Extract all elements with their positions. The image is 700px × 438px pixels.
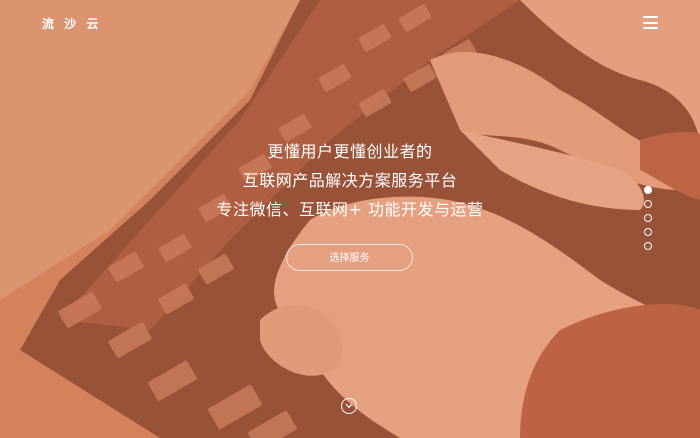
- select-service-button[interactable]: 选择服务: [286, 244, 413, 271]
- pagination-dot-3[interactable]: [644, 214, 652, 222]
- pagination-dot-5[interactable]: [644, 242, 652, 250]
- hero-section: 流 沙 云 更懂用户更懂创业者的 互联网产品解决方案服务平台 专注微信、互联网+…: [0, 0, 700, 438]
- menu-bar: [643, 16, 658, 18]
- pagination-dot-1[interactable]: [644, 186, 652, 194]
- pagination-dot-4[interactable]: [644, 228, 652, 236]
- hamburger-menu-icon[interactable]: [643, 16, 658, 29]
- slide-pagination: [644, 186, 652, 256]
- headline-line-3: 专注微信、互联网+ 功能开发与运营: [216, 200, 484, 219]
- headline-line-1: 更懂用户更懂创业者的: [267, 142, 433, 161]
- brand-logo[interactable]: 流 沙 云: [42, 15, 101, 32]
- chevron-down-icon: [345, 403, 353, 409]
- headline-line-2: 互联网产品解决方案服务平台: [242, 171, 458, 190]
- pagination-dot-2[interactable]: [644, 200, 652, 208]
- menu-bar: [643, 27, 658, 29]
- hero-headline: 更懂用户更懂创业者的 互联网产品解决方案服务平台 专注微信、互联网+ 功能开发与…: [0, 137, 700, 224]
- menu-bar: [643, 21, 658, 24]
- scroll-down-button[interactable]: [341, 398, 357, 414]
